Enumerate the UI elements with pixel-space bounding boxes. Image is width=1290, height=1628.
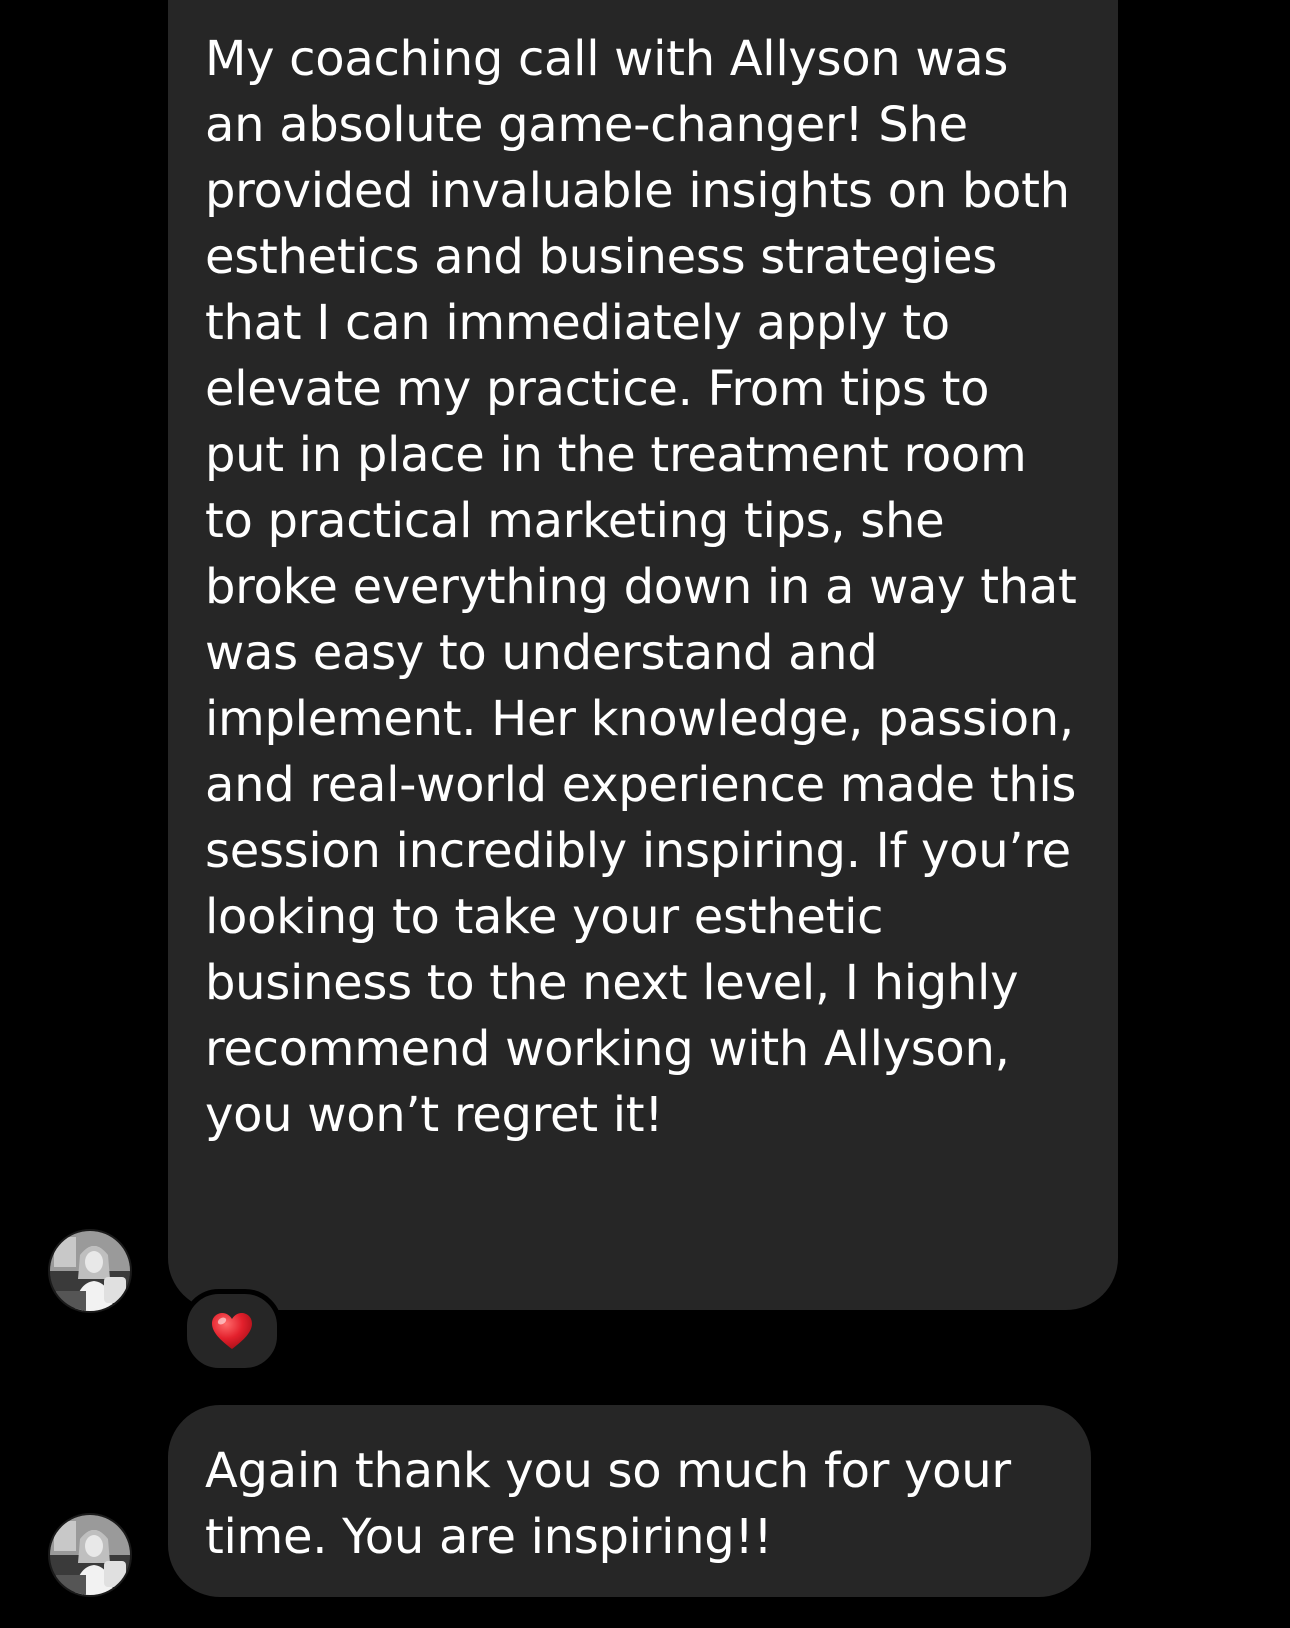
sender-avatar[interactable] (48, 1513, 132, 1597)
avatar-photo-icon (50, 1231, 130, 1311)
heart-icon (212, 1313, 252, 1349)
message-thread: My coaching call with Allyson was an abs… (0, 0, 1290, 1628)
avatar-photo-icon (50, 1515, 130, 1595)
message-bubble[interactable]: My coaching call with Allyson was an abs… (168, 0, 1118, 1310)
message-bubble[interactable]: Again thank you so much for your time. Y… (168, 1405, 1091, 1597)
reaction-badge[interactable] (182, 1289, 282, 1373)
sender-avatar[interactable] (48, 1229, 132, 1313)
message-text: Again thank you so much for your time. Y… (205, 1443, 1011, 1565)
message-text: My coaching call with Allyson was an abs… (205, 31, 1077, 1143)
